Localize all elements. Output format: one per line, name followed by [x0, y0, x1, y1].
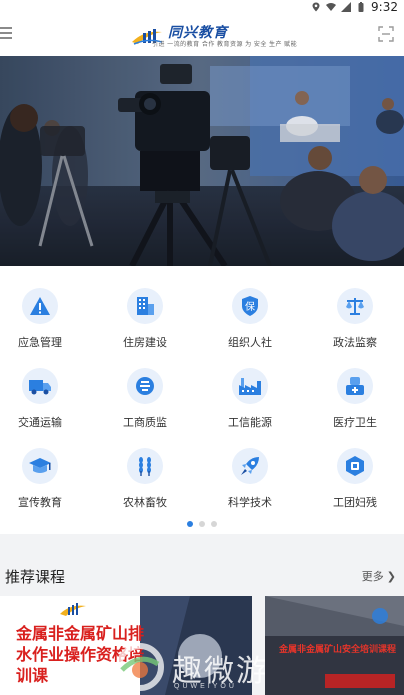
more-label: 更多: [361, 571, 384, 583]
emblem-icon: [127, 368, 163, 404]
pager-dot[interactable]: [199, 521, 205, 527]
category-grid: 应急管理 住房建设 保 组织人社 政法监察 交通运输 工商质监 工信能源 医疗卫…: [0, 266, 404, 534]
category-item-organization[interactable]: 保 组织人社: [210, 266, 290, 349]
status-icons: 9:32: [311, 0, 398, 14]
status-time: 9:32: [371, 0, 398, 14]
category-item-law[interactable]: 政法监察: [315, 266, 395, 349]
category-item-energy[interactable]: 工信能源: [210, 346, 290, 429]
battery-icon: [358, 2, 364, 12]
app-header: 同兴教育 引进 一流的教育 合作 教育资源 为 安全 生产 赋能: [0, 14, 404, 56]
graduation-cap-icon: [22, 448, 58, 484]
wheat-icon: [127, 448, 163, 484]
category-label: 科学技术: [228, 497, 272, 509]
wifi-icon: [326, 3, 337, 11]
recommended-header: 推荐课程 更多 ❯: [0, 556, 404, 594]
category-item-transport[interactable]: 交通运输: [0, 346, 80, 429]
chevron-right-icon: ❯: [386, 571, 396, 583]
category-item-science[interactable]: 科学技术: [210, 426, 290, 509]
rocket-icon: [232, 448, 268, 484]
watermark-logo-icon: [116, 643, 164, 691]
signal-icon: [341, 2, 352, 12]
banner-image: [0, 56, 404, 266]
warning-icon: [22, 288, 58, 324]
svg-text:保: 保: [245, 300, 255, 313]
more-link[interactable]: 更多 ❯: [362, 568, 396, 584]
category-label: 宣传教育: [18, 497, 62, 509]
banner-carousel[interactable]: [0, 56, 404, 266]
pager-dot-active[interactable]: [187, 521, 193, 527]
pager-dot[interactable]: [211, 521, 217, 527]
status-bar: 9:32: [0, 0, 404, 14]
building-icon: [127, 288, 163, 324]
category-label: 工团妇残: [333, 497, 377, 509]
factory-icon: [232, 368, 268, 404]
watermark: 趣微游 QUWEIYOU: [112, 640, 322, 695]
section-title: 推荐课程: [5, 569, 66, 586]
carousel-pager: [0, 521, 404, 527]
medical-icon: [337, 368, 373, 404]
category-item-agriculture[interactable]: 农林畜牧: [105, 426, 185, 509]
badge-icon: [337, 448, 373, 484]
category-item-medical[interactable]: 医疗卫生: [315, 346, 395, 429]
watermark-sub: QUWEIYOU: [174, 683, 237, 690]
shield-bao-icon: 保: [232, 288, 268, 324]
menu-icon[interactable]: [0, 27, 14, 41]
truck-icon: [22, 368, 58, 404]
category-label: 农林畜牧: [123, 497, 167, 509]
app-screen: 9:32 同兴教育 引进 一流的教育 合作 教育资源 为 安全 生产 赋能 应急…: [0, 0, 404, 695]
location-icon: [312, 2, 320, 12]
logo-tagline: 引进 一流的教育 合作 教育资源 为 安全 生产 赋能: [152, 42, 298, 48]
category-item-commerce[interactable]: 工商质监: [105, 346, 185, 429]
category-item-education[interactable]: 宣传教育: [0, 426, 80, 509]
category-item-union[interactable]: 工团妇残: [315, 426, 395, 509]
category-item-emergency[interactable]: 应急管理: [0, 266, 80, 349]
scan-icon[interactable]: [378, 26, 394, 42]
app-logo: 同兴教育 引进 一流的教育 合作 教育资源 为 安全 生产 赋能: [130, 22, 297, 52]
category-item-housing[interactable]: 住房建设: [105, 266, 185, 349]
scales-icon: [337, 288, 373, 324]
